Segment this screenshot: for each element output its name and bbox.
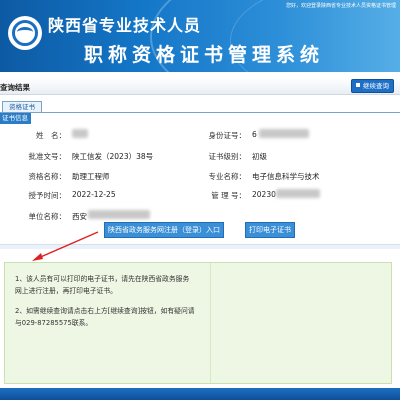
org-name: 陕西省专业技术人员: [48, 16, 202, 35]
level-value: 初级: [252, 152, 267, 161]
notice-panel: 1、该人员有可以打印的电子证书，请先在陕西省政务服务网上进行注册，再打印电子证书…: [4, 262, 392, 384]
major-value: 电子信息科学与技术: [252, 172, 320, 181]
approval-label: 批准文号：: [28, 152, 67, 161]
square-bullet-icon: [356, 83, 360, 87]
date-label: 授予时间：: [28, 191, 67, 200]
header-banner: 陕西省专业技术人员 职称资格证书管理系统 您好，欢迎登录陕西省专业技术人员资格证…: [0, 0, 400, 72]
redacted-manage: [276, 189, 320, 198]
redacted-idcard: [259, 129, 309, 138]
notice-item-2: 2、如需继续查询请点击右上方[继续查询]按钮，如有疑问请与029-8728557…: [15, 307, 195, 327]
continue-query-label: 继续查询: [363, 82, 389, 90]
unit-label: 单位名称：: [28, 212, 67, 221]
tab-divider: [0, 112, 400, 113]
result-bar: 查询结果 继续查询: [0, 78, 400, 95]
redacted-name: [72, 129, 88, 138]
footer-bar: [0, 388, 400, 400]
level-label: 证书级别：: [208, 152, 247, 161]
print-certificate-button[interactable]: 打印电子证书: [245, 222, 295, 238]
manage-value: 20230: [252, 190, 276, 199]
idcard-value: 6: [252, 130, 257, 139]
qualification-value: 助理工程师: [72, 172, 110, 181]
result-title: 查询结果: [0, 83, 30, 92]
major-label: 专业名称：: [208, 172, 247, 181]
system-title: 职称资格证书管理系统: [84, 44, 325, 66]
continue-query-button[interactable]: 继续查询: [351, 79, 394, 93]
section-separator: [0, 244, 400, 249]
logo-icon: [8, 16, 42, 50]
qualification-label: 资格名称：: [28, 172, 67, 181]
notice-divider: [210, 263, 211, 383]
unit-value: 西安: [72, 212, 87, 221]
redacted-unit: [88, 210, 150, 219]
date-value: 2022-12-25: [72, 190, 116, 199]
welcome-text: 您好，欢迎登录陕西省专业技术人员资格证书管理: [285, 3, 396, 9]
notice-item-1: 1、该人员有可以打印的电子证书，请先在陕西省政务服务网上进行注册，再打印电子证书…: [15, 275, 190, 295]
gov-service-login-button[interactable]: 陕西省政务服务网注册（登录）入口: [104, 222, 224, 238]
approval-value: 陕工信发（2023）38号: [72, 152, 154, 161]
name-label: 姓 名：: [36, 131, 66, 140]
idcard-label: 身份证号：: [208, 131, 247, 140]
section-label: 证书信息: [0, 113, 31, 124]
manage-label: 管 理 号：: [211, 191, 246, 200]
